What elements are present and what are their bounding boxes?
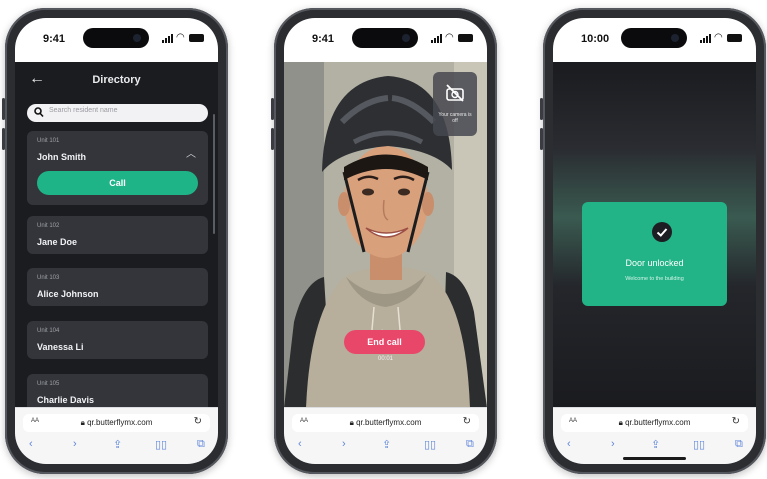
status-bar: 10:00 ◠ [553,18,756,62]
address-bar[interactable]: AA 🔒︎ qr.butterflymx.com ↻ [292,414,479,432]
page-title: Directory [92,74,141,86]
battery-icon [189,34,204,42]
signal-icon [162,34,174,43]
list-item[interactable]: Unit 104 Vanessa Li [27,321,208,359]
camera-off-icon [446,84,464,102]
volume-button [540,128,543,150]
screen: 9:41 ◠ ← Directory Search resident name … [15,18,218,464]
check-icon [652,222,672,242]
end-call-button[interactable]: End call [344,330,425,354]
unit-label: Unit 102 [37,223,60,229]
unit-label: Unit 103 [37,275,60,281]
home-indicator[interactable] [623,457,686,460]
browser-toolbar: AA 🔒︎ qr.butterflymx.com ↻ ‹ › ⇪ ▯▯ ⧉ [553,407,756,464]
resident-name: Vanessa Li [37,342,84,352]
signal-icon [700,34,712,43]
chevron-up-icon[interactable]: ︿ [186,145,196,160]
forward-icon[interactable]: › [342,438,346,450]
wifi-icon: ◠ [445,32,454,43]
phone-directory: 9:41 ◠ ← Directory Search resident name … [2,8,228,474]
directory-header: ← Directory [15,62,218,100]
phone-video-call: 9:41 ◠ Your camera is off 00:01 End call… [271,8,497,474]
bookmarks-icon[interactable]: ▯▯ [424,438,436,451]
back-icon[interactable]: ‹ [298,438,302,450]
camera-off-text: Your camera is off [438,112,472,124]
list-item[interactable]: Unit 103 Alice Johnson [27,268,208,306]
url-text: qr.butterflymx.com [356,418,422,427]
browser-toolbar: AA 🔒︎ qr.butterflymx.com ↻ ‹ › ⇪ ▯▯ ⧉ [15,407,218,464]
status-bar: 9:41 ◠ [15,18,218,62]
status-bar: 9:41 ◠ [284,18,487,62]
back-icon[interactable]: ‹ [29,438,33,450]
camera-off-indicator[interactable]: Your camera is off [433,72,477,136]
reload-icon[interactable]: ↻ [463,416,471,427]
volume-button [2,128,5,150]
door-unlocked-card: Door unlocked Welcome to the building [582,202,727,306]
phone-door-unlocked: 10:00 ◠ Door unlocked Welcome to the bui… [540,8,766,474]
wifi-icon: ◠ [176,32,185,43]
search-placeholder: Search resident name [49,107,118,114]
share-icon[interactable]: ⇪ [382,438,391,451]
dynamic-island [83,28,149,48]
scrollbar[interactable] [213,114,215,234]
lock-icon: 🔒︎ [80,418,85,427]
unit-label: Unit 105 [37,381,60,387]
lock-icon: 🔒︎ [349,418,354,427]
status-time: 9:41 [312,33,335,45]
list-item[interactable]: Unit 102 Jane Doe [27,216,208,254]
bookmarks-icon[interactable]: ▯▯ [155,438,167,451]
tabs-icon[interactable]: ⧉ [735,438,743,451]
screen: 10:00 ◠ Door unlocked Welcome to the bui… [553,18,756,464]
unlock-subtitle: Welcome to the building [625,276,684,282]
tabs-icon[interactable]: ⧉ [466,438,474,451]
browser-nav: ‹ › ⇪ ▯▯ ⧉ [553,438,756,454]
resident-name: Alice Johnson [37,289,99,299]
back-icon[interactable]: ‹ [567,438,571,450]
list-item[interactable]: Unit 101 John Smith ︿ Call [27,131,208,205]
battery-icon [458,34,473,42]
volume-button [540,98,543,120]
status-time: 9:41 [43,33,66,45]
volume-button [271,98,274,120]
browser-nav: ‹ › ⇪ ▯▯ ⧉ [284,438,487,454]
volume-button [2,98,5,120]
reload-icon[interactable]: ↻ [732,416,740,427]
forward-icon[interactable]: › [611,438,615,450]
screen: 9:41 ◠ Your camera is off 00:01 End call… [284,18,487,464]
forward-icon[interactable]: › [73,438,77,450]
battery-icon [727,34,742,42]
wifi-icon: ◠ [714,32,723,43]
search-icon [34,107,44,118]
status-time: 10:00 [581,33,610,45]
dynamic-island [352,28,418,48]
resident-name: John Smith [37,152,86,162]
unit-label: Unit 101 [37,138,60,144]
signal-icon [431,34,443,43]
url-text: qr.butterflymx.com [87,418,153,427]
call-button[interactable]: Call [37,171,198,195]
dynamic-island [621,28,687,48]
tabs-icon[interactable]: ⧉ [197,438,205,451]
bookmarks-icon[interactable]: ▯▯ [693,438,705,451]
share-icon[interactable]: ⇪ [113,438,122,451]
address-bar[interactable]: AA 🔒︎ qr.butterflymx.com ↻ [561,414,748,432]
unit-label: Unit 104 [37,328,60,334]
video-feed: Your camera is off Unit 101 John Smith 0… [284,62,487,408]
lock-icon: 🔒︎ [618,418,623,427]
browser-toolbar: AA 🔒︎ qr.butterflymx.com ↻ ‹ › ⇪ ▯▯ ⧉ [284,407,487,464]
browser-nav: ‹ › ⇪ ▯▯ ⧉ [15,438,218,454]
volume-button [271,128,274,150]
unlock-title: Door unlocked [625,258,684,268]
resident-name: Charlie Davis [37,395,95,405]
resident-name: Jane Doe [37,237,78,247]
address-bar[interactable]: AA 🔒︎ qr.butterflymx.com ↻ [23,414,210,432]
share-icon[interactable]: ⇪ [651,438,660,451]
call-timer: 00:01 [377,356,393,362]
url-text: qr.butterflymx.com [625,418,691,427]
reload-icon[interactable]: ↻ [194,416,202,427]
search-input[interactable]: Search resident name [27,104,208,122]
